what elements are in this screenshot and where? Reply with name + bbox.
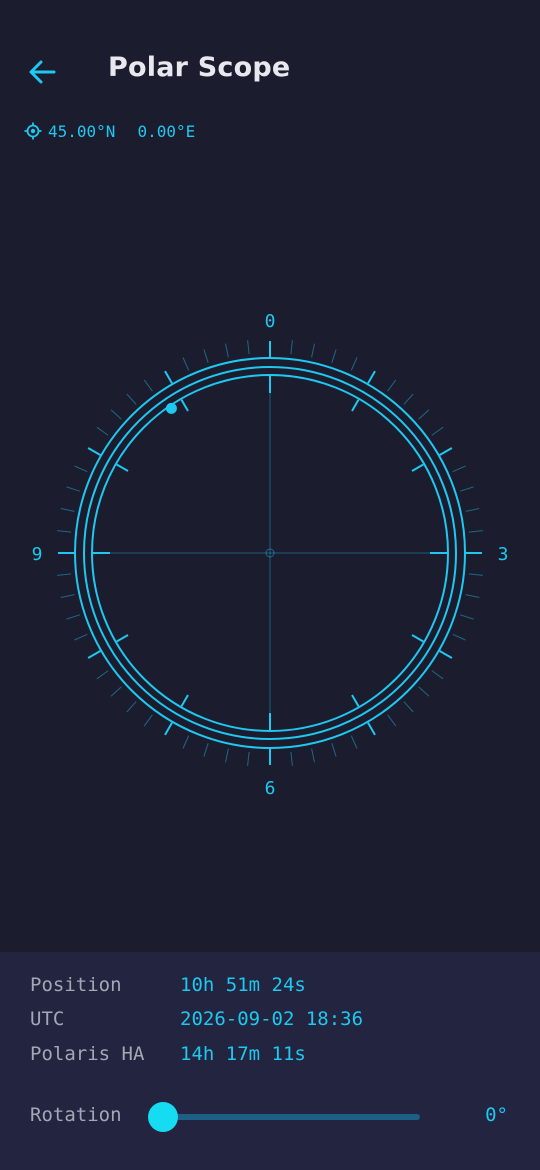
minor-tick [66,614,80,620]
inner-hour-tick [411,463,424,472]
minor-tick [418,409,430,420]
minor-tick [57,573,72,576]
minor-tick [182,735,190,749]
minor-tick [247,751,250,766]
rotation-slider-track[interactable] [162,1114,420,1120]
minor-tick [460,614,474,620]
minor-tick [126,393,137,405]
minor-tick [465,508,480,512]
hour-tick [164,370,173,384]
minor-tick [387,714,397,727]
minor-tick [468,530,483,533]
minor-tick [465,594,480,598]
utc-label: UTC [30,1008,65,1030]
rotation-control: Rotation 0° [30,1102,510,1132]
minor-tick [331,349,337,363]
dial-label-left: 9 [32,544,43,565]
minor-tick [110,686,122,697]
minor-tick [203,743,209,757]
minor-tick [418,686,430,697]
inner-hour-tick [351,399,360,412]
minor-tick [350,357,358,371]
utc-value: 2026-09-02 18:36 [180,1008,364,1030]
minor-tick [96,426,109,436]
dial-label-top: 0 [265,311,276,332]
minor-tick [60,594,75,598]
minor-tick [66,486,80,492]
minor-tick [126,701,137,713]
minor-tick [403,393,414,405]
minor-tick [74,633,88,641]
hour-tick [367,722,376,736]
rotation-slider[interactable] [148,1102,420,1132]
minor-tick [143,379,153,392]
minor-tick [57,530,72,533]
minor-tick [290,751,293,766]
minor-tick [403,701,414,713]
minor-tick [452,465,466,473]
dial-label-right: 3 [498,544,509,565]
polaris-marker [165,402,177,414]
back-button[interactable] [24,54,60,90]
polaris-ha-label: Polaris HA [30,1043,145,1065]
polaris-ha-value: 14h 17m 11s [180,1043,306,1065]
minor-tick [247,340,250,355]
rotation-slider-thumb[interactable] [148,1102,178,1132]
gps-target-icon [24,122,42,140]
minor-tick [431,670,444,680]
minor-tick [311,343,315,358]
minor-tick [110,409,122,420]
minor-tick [182,357,190,371]
rotation-label: Rotation [30,1104,122,1126]
inner-hour-tick [180,694,189,707]
polar-scope-reticle: 0 3 6 9 [0,290,540,810]
minor-tick [431,426,444,436]
minor-tick [60,508,75,512]
latitude-text: 45.00°N [48,121,116,141]
inner-hour-tick [411,634,424,643]
minor-tick [74,465,88,473]
minor-tick [452,633,466,641]
minor-tick [96,670,109,680]
minor-tick [203,349,209,363]
minor-tick [290,340,293,355]
minor-tick [311,748,315,763]
page-title: Polar Scope [108,52,291,83]
minor-tick [387,379,397,392]
rotation-value: 0° [485,1104,508,1126]
inner-hour-tick [180,399,189,412]
minor-tick [225,748,229,763]
hour-tick [87,447,101,456]
minor-tick [460,486,474,492]
location-readout: 45.00°N 0.00°E [24,120,195,142]
dial-label-bottom: 6 [265,778,276,799]
inner-hour-tick [351,694,360,707]
position-value: 10h 51m 24s [180,974,306,996]
app-header: Polar Scope [0,0,540,140]
polaris-ha-row: Polaris HA 14h 17m 11s [30,1041,306,1067]
hour-tick [367,370,376,384]
position-row: Position 10h 51m 24s [30,972,306,998]
position-label: Position [30,974,122,996]
minor-tick [468,573,483,576]
info-panel: Position 10h 51m 24s UTC 2026-09-02 18:3… [0,952,540,1170]
inner-hour-tick [116,634,129,643]
minor-tick [143,714,153,727]
inner-hour-tick [116,463,129,472]
hour-tick [439,650,453,659]
minor-tick [350,735,358,749]
hour-tick [164,722,173,736]
minor-tick [331,743,337,757]
utc-row: UTC 2026-09-02 18:36 [30,1006,363,1032]
hour-tick [439,447,453,456]
arrow-left-icon [29,60,56,84]
hour-tick [87,650,101,659]
minor-tick [225,343,229,358]
longitude-text: 0.00°E [137,121,196,141]
